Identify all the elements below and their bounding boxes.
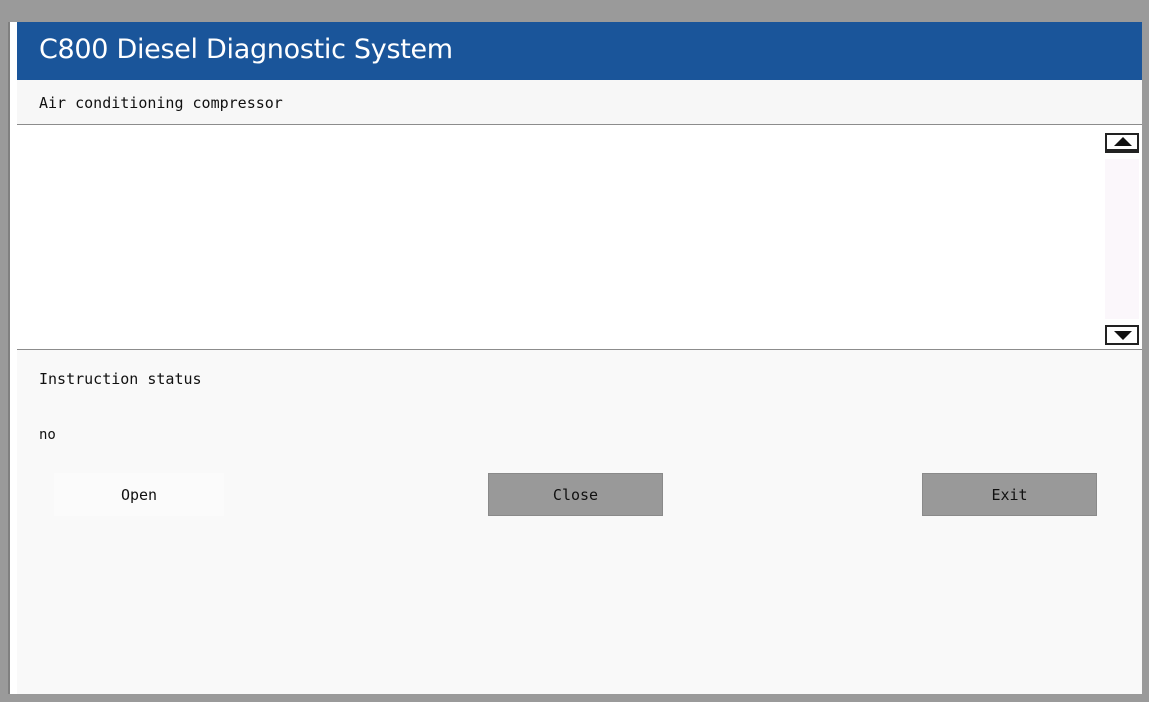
component-name: Air conditioning compressor <box>39 94 283 112</box>
component-header: Air conditioning compressor <box>17 80 1142 125</box>
data-list[interactable] <box>17 125 1142 349</box>
instruction-status-label: Instruction status <box>39 370 202 388</box>
triangle-down-icon <box>1114 331 1132 340</box>
title-bar: C800 Diesel Diagnostic System <box>17 22 1142 80</box>
exit-button[interactable]: Exit <box>922 473 1097 516</box>
scrollbar-track[interactable] <box>1105 159 1139 319</box>
control-panel: Instruction status no Open Close Exit <box>17 349 1142 694</box>
scroll-down-button[interactable] <box>1105 325 1139 345</box>
open-button[interactable]: Open <box>54 473 224 516</box>
window-title: C800 Diesel Diagnostic System <box>39 34 453 65</box>
triangle-up-icon <box>1114 137 1132 146</box>
instruction-status-value: no <box>39 427 56 443</box>
close-button[interactable]: Close <box>488 473 663 516</box>
scroll-up-button[interactable] <box>1105 133 1139 153</box>
